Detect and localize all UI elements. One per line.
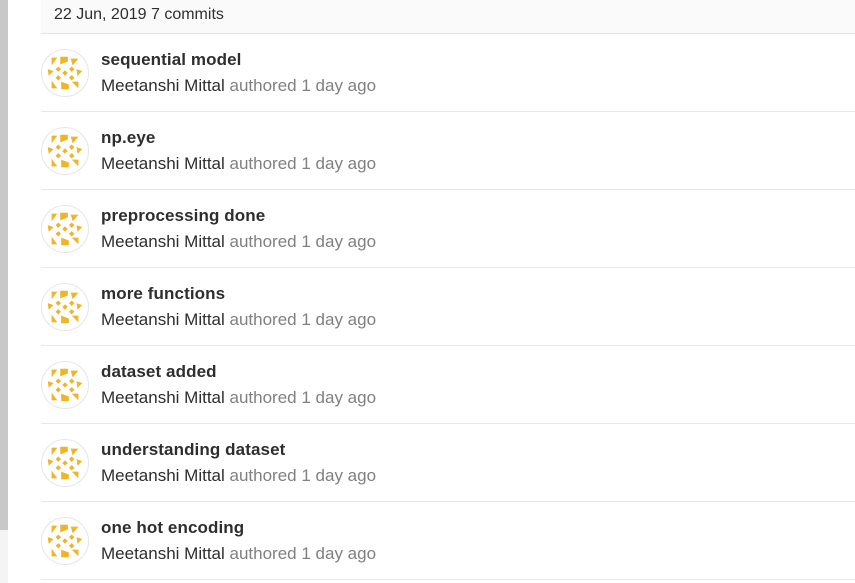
- avatar[interactable]: [41, 439, 89, 487]
- commit-time: 1 day ago: [301, 154, 377, 173]
- identicon-pattern-icon: [47, 212, 83, 246]
- avatar[interactable]: [41, 517, 89, 565]
- commit-day-count: 7 commits: [150, 6, 224, 23]
- commit-author-link[interactable]: Meetanshi Mittal: [101, 388, 225, 407]
- commit-meta: Meetanshi Mittal authored 1 day ago: [101, 466, 376, 486]
- commit-author-link[interactable]: Meetanshi Mittal: [101, 154, 225, 173]
- avatar[interactable]: [41, 283, 89, 331]
- commit-time: 1 day ago: [301, 76, 377, 95]
- identicon-pattern-icon: [47, 368, 83, 402]
- commit-meta: Meetanshi Mittal authored 1 day ago: [101, 310, 376, 330]
- commit-author-link[interactable]: Meetanshi Mittal: [101, 466, 225, 485]
- commit-day-date: 22 Jun, 2019: [54, 6, 147, 23]
- commit-title-link[interactable]: preprocessing done: [101, 206, 265, 226]
- commit-list: sequential model Meetanshi Mittal author…: [41, 34, 855, 580]
- commit-meta: Meetanshi Mittal authored 1 day ago: [101, 76, 376, 96]
- commit-author-link[interactable]: Meetanshi Mittal: [101, 544, 225, 563]
- commit-day-header: 22 Jun, 2019 7 commits: [41, 0, 855, 34]
- avatar[interactable]: [41, 127, 89, 175]
- identicon-pattern-icon: [47, 290, 83, 324]
- commit-authored-label: authored: [229, 154, 297, 173]
- commit-meta: Meetanshi Mittal authored 1 day ago: [101, 232, 376, 252]
- commit-title-link[interactable]: dataset added: [101, 362, 217, 382]
- commit-row[interactable]: one hot encoding Meetanshi Mittal author…: [41, 502, 855, 580]
- commit-title-link[interactable]: understanding dataset: [101, 440, 285, 460]
- sidebar-edge-gap: [0, 530, 8, 583]
- commit-row[interactable]: understanding dataset Meetanshi Mittal a…: [41, 424, 855, 502]
- identicon-pattern-icon: [47, 134, 83, 168]
- commit-time: 1 day ago: [301, 310, 377, 329]
- commit-time: 1 day ago: [301, 544, 377, 563]
- commit-author-link[interactable]: Meetanshi Mittal: [101, 310, 225, 329]
- commit-title-link[interactable]: more functions: [101, 284, 225, 304]
- commit-author-link[interactable]: Meetanshi Mittal: [101, 232, 225, 251]
- commit-row[interactable]: sequential model Meetanshi Mittal author…: [41, 34, 855, 112]
- commit-authored-label: authored: [229, 466, 297, 485]
- commit-authored-label: authored: [229, 544, 297, 563]
- commit-authored-label: authored: [229, 232, 297, 251]
- avatar[interactable]: [41, 49, 89, 97]
- commit-title-link[interactable]: np.eye: [101, 128, 155, 148]
- avatar[interactable]: [41, 205, 89, 253]
- avatar[interactable]: [41, 361, 89, 409]
- commit-meta: Meetanshi Mittal authored 1 day ago: [101, 388, 376, 408]
- commit-meta: Meetanshi Mittal authored 1 day ago: [101, 154, 376, 174]
- commit-row[interactable]: np.eye Meetanshi Mittal authored 1 day a…: [41, 112, 855, 190]
- identicon-pattern-icon: [47, 446, 83, 480]
- commit-title-link[interactable]: sequential model: [101, 50, 241, 70]
- commit-time: 1 day ago: [301, 388, 377, 407]
- identicon-pattern-icon: [47, 524, 83, 558]
- commit-row[interactable]: more functions Meetanshi Mittal authored…: [41, 268, 855, 346]
- commit-authored-label: authored: [229, 76, 297, 95]
- commit-row[interactable]: preprocessing done Meetanshi Mittal auth…: [41, 190, 855, 268]
- commit-time: 1 day ago: [301, 466, 377, 485]
- commits-page: 22 Jun, 2019 7 commits sequential model …: [0, 0, 855, 583]
- sidebar-scroll-edge: [0, 0, 8, 530]
- commit-title-link[interactable]: one hot encoding: [101, 518, 244, 538]
- commit-time: 1 day ago: [301, 232, 377, 251]
- identicon-pattern-icon: [47, 56, 83, 90]
- commit-author-link[interactable]: Meetanshi Mittal: [101, 76, 225, 95]
- commit-row[interactable]: dataset added Meetanshi Mittal authored …: [41, 346, 855, 424]
- commit-meta: Meetanshi Mittal authored 1 day ago: [101, 544, 376, 564]
- commit-authored-label: authored: [229, 388, 297, 407]
- commit-authored-label: authored: [229, 310, 297, 329]
